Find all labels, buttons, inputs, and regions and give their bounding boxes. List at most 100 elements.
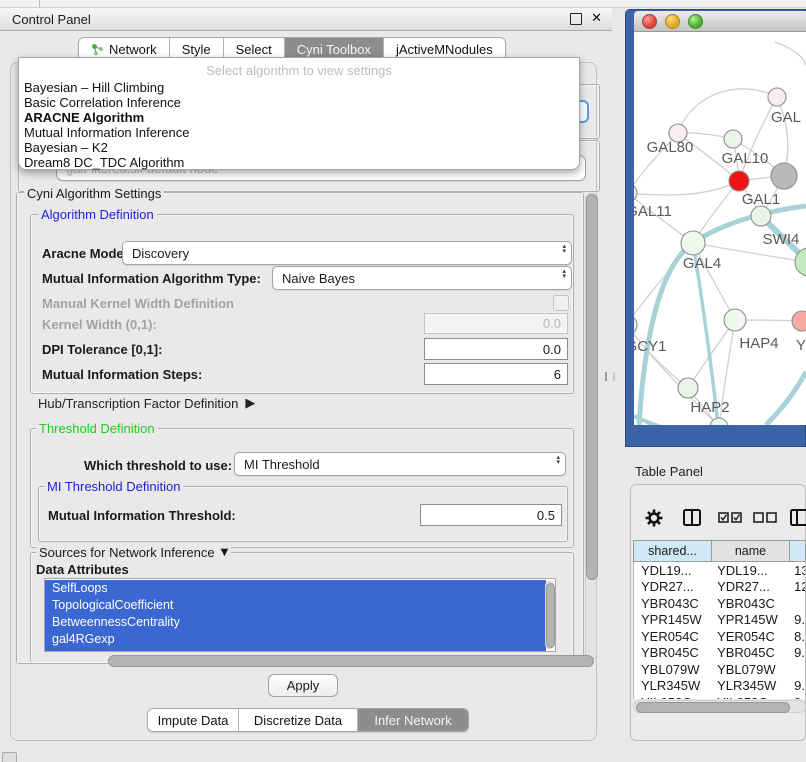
network-node-label: GAL10	[722, 150, 769, 167]
table-hscrollbar-thumb[interactable]	[636, 702, 790, 713]
table-row[interactable]: YIL052CYIL052C9	[634, 694, 805, 699]
table-row[interactable]: YLR345WYLR345W9.	[634, 678, 805, 695]
table-row[interactable]: YDL19...YDL19...13	[634, 562, 805, 579]
table-header: shared... name	[633, 540, 806, 562]
algorithm-definition-title: Algorithm Definition	[38, 207, 157, 222]
network-node[interactable]	[792, 311, 806, 331]
network-node-label: HAP4	[739, 335, 778, 352]
combo-stepper-icon: ▴▾	[562, 269, 566, 279]
aracne-mode-combo[interactable]: Discovery ▴▾	[122, 241, 572, 265]
manual-kernel-checkbox[interactable]	[553, 295, 569, 311]
network-node[interactable]	[724, 130, 742, 148]
table-row[interactable]: YBL079WYBL079W	[634, 661, 805, 678]
hide-columns-icon[interactable]	[754, 513, 776, 522]
table-cell: 13	[787, 563, 805, 578]
show-columns-icon[interactable]	[719, 513, 741, 522]
table-cell: 9.	[787, 645, 805, 660]
table-hscrollbar[interactable]	[633, 700, 806, 713]
table-row[interactable]: YDR27...YDR27...12	[634, 579, 805, 596]
float-window-icon[interactable]	[570, 13, 582, 25]
network-window-titlebar[interactable]	[634, 11, 806, 32]
dpi-tolerance-value: 0.0	[543, 342, 561, 357]
network-node[interactable]	[681, 231, 705, 255]
function-builder-icon[interactable]	[791, 510, 806, 525]
mi-type-combo[interactable]: Naive Bayes ▴▾	[272, 266, 572, 290]
column-header-partial[interactable]	[790, 541, 805, 561]
attribute-item[interactable]: gal4RGexp	[45, 631, 546, 648]
algorithm-dropdown-popup: Select algorithm to view settings Bayesi…	[18, 57, 580, 170]
control-panel-titlebar: Control Panel ✕	[0, 8, 612, 31]
network-node-label: GAL80	[647, 139, 694, 156]
tab-impute-data[interactable]: Impute Data	[148, 709, 239, 731]
network-node[interactable]	[751, 206, 771, 226]
table-toolbar	[640, 506, 806, 530]
network-node[interactable]	[771, 163, 797, 189]
apply-button[interactable]: Apply	[268, 674, 338, 697]
dropdown-placeholder: Select algorithm to view settings	[19, 58, 579, 80]
settings-vscrollbar[interactable]	[585, 193, 597, 660]
table-cell: YLR345W	[634, 678, 710, 693]
mac-minimize-button[interactable]	[665, 14, 680, 29]
settings-hscrollbar-thumb[interactable]	[108, 655, 594, 667]
settings-vscrollbar-thumb[interactable]	[586, 194, 598, 580]
table-row[interactable]: YER054CYER054C8.	[634, 628, 805, 645]
application-screen: Control Panel ✕ Network Style Select Cyn…	[0, 0, 806, 762]
table-cell: YDR27...	[634, 579, 710, 594]
network-node[interactable]	[634, 315, 637, 335]
network-node[interactable]	[729, 171, 749, 191]
network-node-label: Y	[796, 337, 806, 354]
network-node[interactable]	[678, 378, 698, 398]
network-canvas[interactable]: GALGAL80GAL10GAL1GAL11SWI4GAL4GCY1HAP4YH…	[634, 32, 806, 425]
column-header-name[interactable]: name	[712, 541, 790, 561]
network-node[interactable]	[724, 309, 746, 331]
network-node-label: SWI4	[763, 231, 800, 248]
network-node[interactable]	[768, 88, 786, 106]
table-row[interactable]: YBR043CYBR043C	[634, 595, 805, 612]
data-attributes-list[interactable]: SelfLoopsTopologicalCoefficientBetweenne…	[44, 578, 556, 652]
attr-list-vscrollbar[interactable]	[545, 581, 554, 649]
tab-discretize-data[interactable]: Discretize Data	[239, 709, 358, 731]
dropdown-item[interactable]: Basic Correlation Inference	[19, 95, 579, 110]
table-rows[interactable]: YDL19...YDL19...13YDR27...YDR27...12YBR0…	[633, 562, 806, 699]
table-cell: YDL19...	[634, 563, 710, 578]
attribute-item[interactable]	[45, 648, 546, 652]
network-node-label: GAL	[771, 109, 801, 126]
mi-steps-field[interactable]: 6	[424, 363, 568, 385]
column-header-shared-name[interactable]: shared...	[634, 541, 712, 561]
data-attributes-label: Data Attributes	[36, 562, 129, 577]
dock-restore-icon[interactable]	[2, 752, 17, 762]
gear-icon[interactable]	[646, 510, 663, 527]
top-strip	[0, 0, 806, 8]
splitter-grip[interactable]	[605, 372, 615, 381]
hub-definition-toggle[interactable]: Hub/Transcription Factor Definition ▶	[38, 396, 255, 411]
dropdown-item[interactable]: ARACNE Algorithm	[19, 110, 579, 125]
mac-zoom-button[interactable]	[688, 14, 703, 29]
mi-steps-label: Mutual Information Steps:	[42, 367, 202, 382]
which-threshold-combo[interactable]: MI Threshold ▴▾	[234, 452, 566, 476]
tab-infer-network[interactable]: Infer Network	[358, 709, 468, 731]
table-cell: YBR043C	[710, 596, 787, 611]
split-panel-icon[interactable]	[684, 510, 700, 525]
mi-type-label: Mutual Information Algorithm Type:	[42, 271, 261, 286]
table-cell: 8.	[787, 629, 805, 644]
table-cell: 12	[787, 579, 805, 594]
dropdown-item[interactable]: Bayesian – Hill Climbing	[19, 80, 579, 95]
dropdown-item[interactable]: Bayesian – K2	[19, 140, 579, 155]
aracne-mode-value: Discovery	[132, 246, 189, 261]
dropdown-item[interactable]: Mutual Information Inference	[19, 125, 579, 140]
attribute-item[interactable]: TopologicalCoefficient	[45, 597, 546, 614]
table-row[interactable]: YBR045CYBR045C9.	[634, 645, 805, 662]
mac-close-button[interactable]	[642, 14, 657, 29]
sources-group-title[interactable]: Sources for Network Inference ▼	[36, 545, 231, 560]
attribute-item[interactable]: BetweennessCentrality	[45, 614, 546, 631]
table-cell: YDR27...	[710, 579, 787, 594]
table-row[interactable]: YPR145WYPR145W9.	[634, 612, 805, 629]
attribute-item[interactable]: SelfLoops	[45, 580, 546, 597]
table-cell: 9	[787, 695, 805, 699]
table-cell: YBL079W	[710, 662, 787, 677]
dpi-tolerance-field[interactable]: 0.0	[424, 338, 568, 360]
dropdown-item[interactable]: Dream8 DC_TDC Algorithm	[19, 155, 579, 170]
mi-threshold-field[interactable]: 0.5	[420, 504, 562, 526]
close-icon[interactable]: ✕	[591, 13, 602, 25]
kernel-width-field[interactable]: 0.0	[424, 313, 568, 334]
